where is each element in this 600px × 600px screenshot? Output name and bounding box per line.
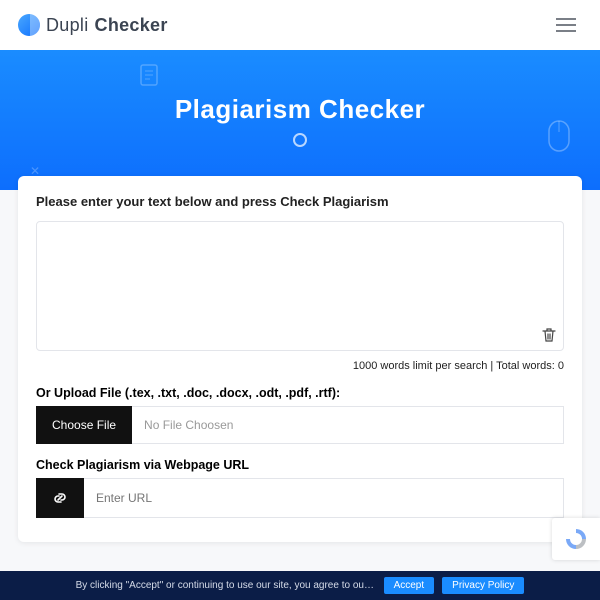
ring-deco-icon [293, 133, 307, 147]
text-input[interactable] [36, 221, 564, 351]
logo-icon [18, 14, 40, 36]
link-icon [52, 490, 68, 506]
header: Dupli Checker [0, 0, 600, 50]
url-input[interactable] [84, 478, 564, 518]
textarea-wrapper [36, 221, 564, 356]
prompt-text: Please enter your text below and press C… [36, 194, 564, 209]
url-label: Check Plagiarism via Webpage URL [36, 458, 564, 472]
main-card: Please enter your text below and press C… [18, 176, 582, 542]
cookie-banner: By clicking "Accept" or continuing to us… [0, 571, 600, 600]
cookie-text: By clicking "Accept" or continuing to us… [76, 580, 376, 591]
clear-text-icon[interactable] [542, 327, 556, 348]
brand-text-1: Dupli [46, 15, 89, 36]
word-counter: 1000 words limit per search | Total word… [36, 360, 564, 372]
document-deco-icon [140, 64, 158, 86]
logo[interactable]: Dupli Checker [18, 14, 168, 36]
privacy-policy-button[interactable]: Privacy Policy [442, 577, 524, 594]
hero-banner: ✕ Plagiarism Checker [0, 50, 600, 190]
brand-text-2: Checker [95, 15, 168, 36]
upload-label: Or Upload File (.tex, .txt, .doc, .docx,… [36, 386, 564, 400]
mouse-deco-icon [548, 120, 570, 152]
hamburger-menu-icon[interactable] [550, 12, 582, 38]
cookie-accept-button[interactable]: Accept [384, 577, 435, 594]
recaptcha-badge[interactable] [552, 518, 600, 560]
file-name-display: No File Choosen [132, 406, 564, 444]
page-title: Plagiarism Checker [175, 94, 425, 125]
url-icon-button[interactable] [36, 478, 84, 518]
choose-file-button[interactable]: Choose File [36, 406, 132, 444]
url-row [36, 478, 564, 518]
file-upload-row: Choose File No File Choosen [36, 406, 564, 444]
recaptcha-icon [563, 526, 589, 552]
